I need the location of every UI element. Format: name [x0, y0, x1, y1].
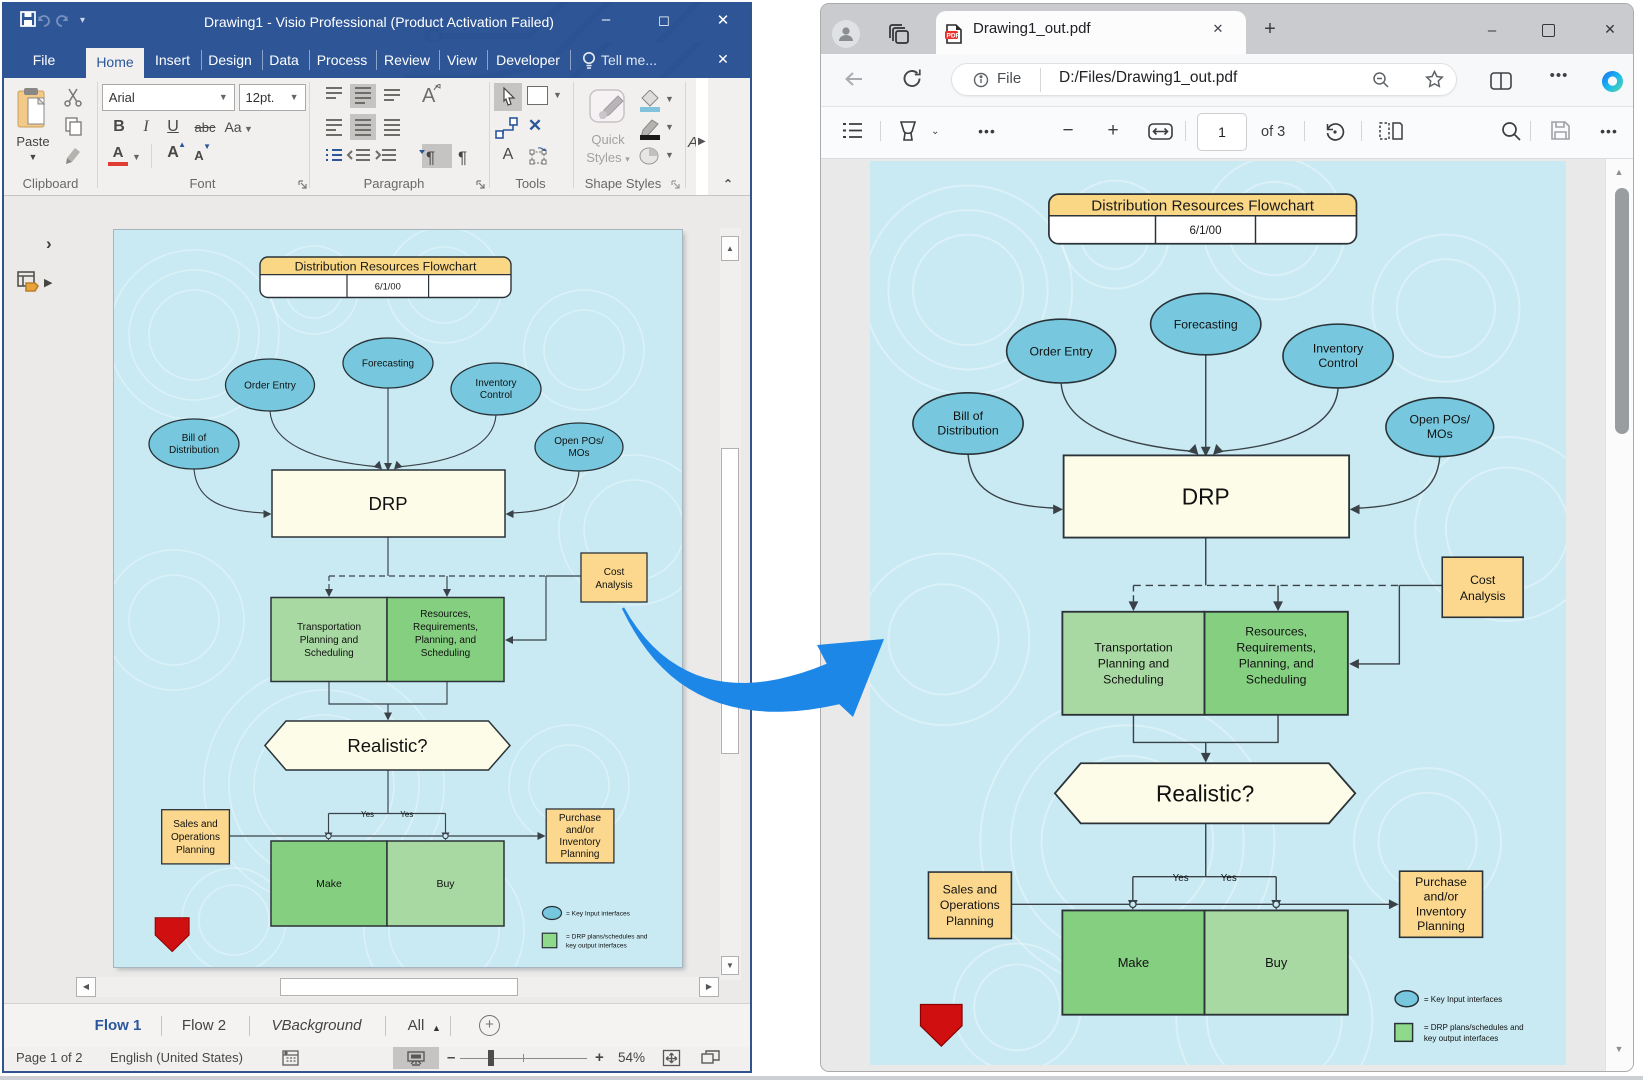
svg-text:¶: ¶ [426, 148, 435, 167]
svg-text:A: A [422, 85, 436, 107]
svg-text:PDF: PDF [947, 33, 960, 40]
svg-text:¶: ¶ [458, 148, 467, 167]
